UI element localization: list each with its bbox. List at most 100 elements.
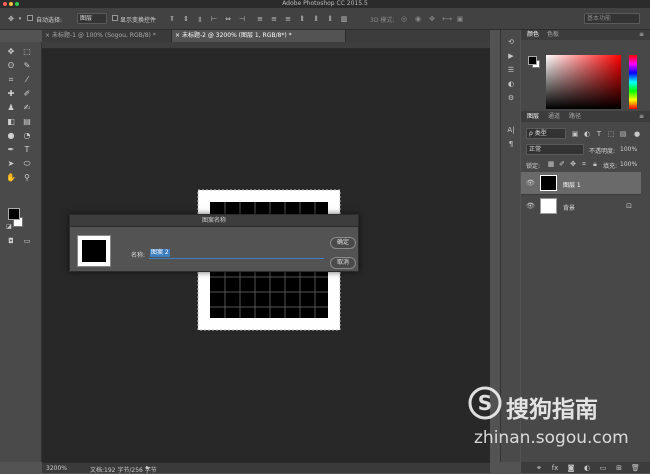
- align-vcenter-icon[interactable]: ⇕: [182, 15, 190, 23]
- tab-channels[interactable]: 通道: [548, 112, 560, 122]
- brush-tool-icon[interactable]: ✐: [21, 89, 33, 99]
- ok-button[interactable]: 确定: [330, 237, 356, 249]
- panel-menu-icon[interactable]: ≡: [639, 30, 644, 40]
- shape-tool-icon[interactable]: ⬭: [21, 159, 33, 169]
- 3d-scale-icon[interactable]: ▣: [456, 15, 464, 23]
- properties-icon[interactable]: ☰: [505, 66, 517, 74]
- blend-mode-dropdown[interactable]: 正常: [526, 144, 584, 155]
- eye-icon[interactable]: 👁︎: [526, 179, 535, 187]
- zoom-level[interactable]: 3200%: [46, 465, 67, 472]
- tab-color[interactable]: 颜色: [527, 30, 539, 40]
- distribute-top-icon[interactable]: ≡: [256, 15, 264, 23]
- crop-tool-icon[interactable]: ⌗: [5, 75, 17, 85]
- filter-toggle-icon[interactable]: ●: [633, 130, 641, 138]
- panel-menu-icon[interactable]: ≡: [639, 112, 644, 122]
- 3d-slide-icon[interactable]: ⟷: [442, 15, 452, 23]
- auto-align-icon[interactable]: ▥: [340, 15, 348, 23]
- layer-style-icon[interactable]: fx: [551, 464, 559, 472]
- path-select-tool-icon[interactable]: ➤: [5, 159, 17, 169]
- 3d-roll-icon[interactable]: ◉: [414, 15, 422, 23]
- distribute-left-icon[interactable]: ⦀: [298, 15, 306, 23]
- auto-select-checkbox[interactable]: [27, 15, 33, 21]
- lock-image-icon[interactable]: ✐: [558, 160, 566, 168]
- horizontal-ruler[interactable]: [42, 42, 490, 49]
- filter-shape-icon[interactable]: ⬚: [607, 130, 615, 138]
- blur-tool-icon[interactable]: ●: [5, 131, 17, 141]
- filter-adjustment-icon[interactable]: ◐: [583, 130, 591, 138]
- show-transform-checkbox[interactable]: [112, 15, 118, 21]
- distribute-hcenter-icon[interactable]: ⦀: [312, 15, 320, 23]
- adjustments-icon[interactable]: ◐: [505, 80, 517, 88]
- chevron-down-icon[interactable]: ▾: [17, 15, 23, 23]
- tab-document-1[interactable]: × 未标题-1 @ 100% (Sogou, RGB/8) *: [42, 30, 171, 42]
- history-icon[interactable]: ⟲: [505, 38, 517, 46]
- align-right-icon[interactable]: ⊣: [238, 15, 246, 23]
- eyedropper-tool-icon[interactable]: ⁄: [21, 75, 33, 85]
- distribute-right-icon[interactable]: ⦀: [326, 15, 334, 23]
- libraries-icon[interactable]: ⚙: [505, 94, 517, 102]
- default-colors-icon[interactable]: ◪: [3, 222, 15, 232]
- color-picker-field[interactable]: [546, 55, 621, 109]
- move-tool-icon[interactable]: ✥: [5, 47, 17, 57]
- marquee-tool-icon[interactable]: ⬚: [21, 47, 33, 57]
- distribute-vcenter-icon[interactable]: ≡: [270, 15, 278, 23]
- lock-position-icon[interactable]: ✥: [569, 160, 577, 168]
- filter-pixel-icon[interactable]: ▣: [571, 130, 579, 138]
- foreground-color-swatch[interactable]: [528, 56, 537, 65]
- layer-row-1[interactable]: 👁︎ 图层 1: [521, 172, 641, 194]
- delete-layer-icon[interactable]: 🗑︎: [631, 464, 640, 472]
- align-top-icon[interactable]: ⫪: [168, 15, 176, 23]
- workspace-search[interactable]: 基本功能: [584, 13, 640, 24]
- lock-transparent-icon[interactable]: ▦: [547, 160, 555, 168]
- lock-all-icon[interactable]: 🔒︎: [591, 160, 599, 168]
- name-input[interactable]: 图案 2: [149, 248, 324, 259]
- tab-paths[interactable]: 路径: [569, 112, 581, 122]
- cancel-button[interactable]: 取消: [330, 257, 356, 269]
- dodge-tool-icon[interactable]: ◔: [21, 131, 33, 141]
- align-left-icon[interactable]: ⊢: [210, 15, 218, 23]
- new-layer-icon[interactable]: ⊞: [615, 464, 623, 472]
- 3d-rotate-icon[interactable]: ◎: [400, 15, 408, 23]
- layer-filter-dropdown[interactable]: ρ 类型: [526, 128, 566, 139]
- distribute-bottom-icon[interactable]: ≡: [284, 15, 292, 23]
- move-tool-icon[interactable]: ✥: [6, 15, 16, 23]
- layer-mask-icon[interactable]: ◙: [567, 464, 575, 472]
- opacity-value[interactable]: 100%: [620, 146, 637, 153]
- link-layers-icon[interactable]: ⚭: [535, 464, 543, 472]
- paragraph-icon[interactable]: ¶: [505, 140, 517, 148]
- hue-slider[interactable]: [629, 55, 637, 109]
- close-icon[interactable]: ×: [45, 30, 50, 42]
- quick-mask-icon[interactable]: ◘: [5, 236, 17, 246]
- quick-select-tool-icon[interactable]: ✎: [21, 61, 33, 71]
- align-hcenter-icon[interactable]: ⇔: [224, 15, 232, 23]
- actions-icon[interactable]: ▶: [505, 52, 517, 60]
- history-brush-tool-icon[interactable]: ✍: [21, 103, 33, 113]
- filter-smart-icon[interactable]: ▤: [619, 130, 627, 138]
- type-tool-icon[interactable]: T: [21, 145, 33, 155]
- character-icon[interactable]: A|: [505, 126, 517, 134]
- foreground-color-swatch[interactable]: [8, 208, 20, 220]
- auto-select-dropdown[interactable]: 图层: [77, 13, 107, 24]
- chevron-right-icon[interactable]: ▶: [146, 465, 150, 471]
- adjustment-layer-icon[interactable]: ◐: [583, 464, 591, 472]
- fill-value[interactable]: 100%: [620, 161, 637, 168]
- clone-stamp-tool-icon[interactable]: ♟: [5, 103, 17, 113]
- lasso-tool-icon[interactable]: ʘ: [5, 61, 17, 71]
- tab-document-2[interactable]: × 未标题-2 @ 3200% (图层 1, RGB/8*) *: [171, 30, 346, 42]
- pen-tool-icon[interactable]: ✒: [5, 145, 17, 155]
- tab-layers[interactable]: 图层: [527, 112, 539, 122]
- zoom-tool-icon[interactable]: ⚲: [21, 173, 33, 183]
- layer-row-background[interactable]: 👁︎ 背景 ⊡: [521, 194, 641, 216]
- new-group-icon[interactable]: ▭: [599, 464, 607, 472]
- eraser-tool-icon[interactable]: ◧: [5, 117, 17, 127]
- screen-mode-icon[interactable]: ▭: [21, 236, 33, 246]
- align-bottom-icon[interactable]: ⫫: [196, 15, 204, 23]
- lock-artboard-icon[interactable]: ⌗: [580, 160, 588, 168]
- hand-tool-icon[interactable]: ✋: [5, 173, 17, 183]
- close-icon[interactable]: ×: [175, 30, 180, 42]
- tab-swatches[interactable]: 色板: [547, 30, 559, 40]
- healing-brush-tool-icon[interactable]: ✚: [5, 89, 17, 99]
- eye-icon[interactable]: 👁︎: [526, 202, 535, 210]
- filter-type-icon[interactable]: T: [595, 130, 603, 138]
- gradient-tool-icon[interactable]: ▤: [21, 117, 33, 127]
